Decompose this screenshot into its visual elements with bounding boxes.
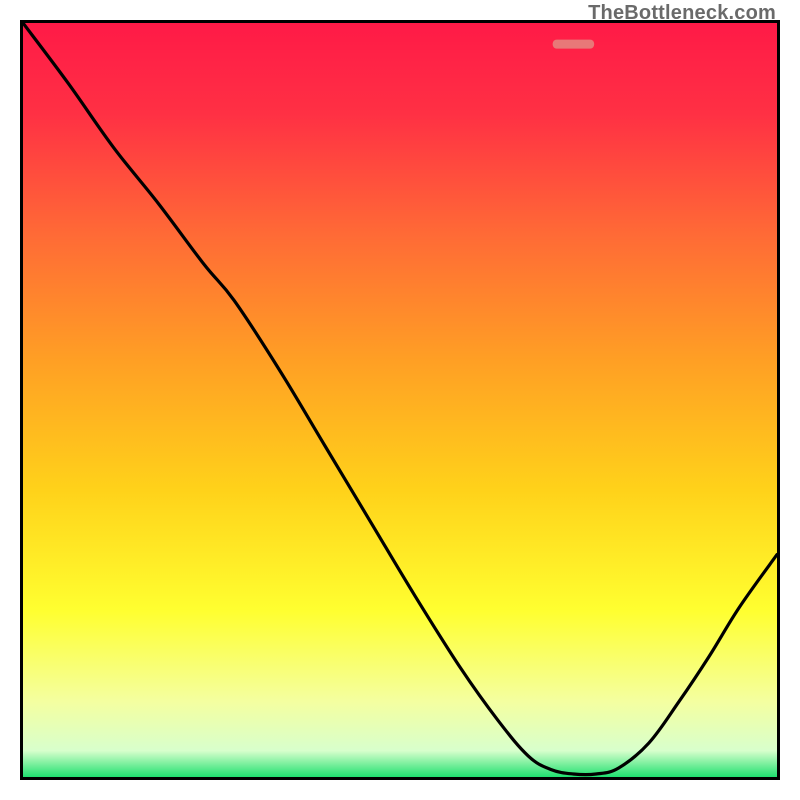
chart-frame xyxy=(20,20,780,780)
optimum-marker xyxy=(553,40,594,49)
gradient-background xyxy=(23,23,777,777)
bottleneck-chart xyxy=(23,23,777,777)
